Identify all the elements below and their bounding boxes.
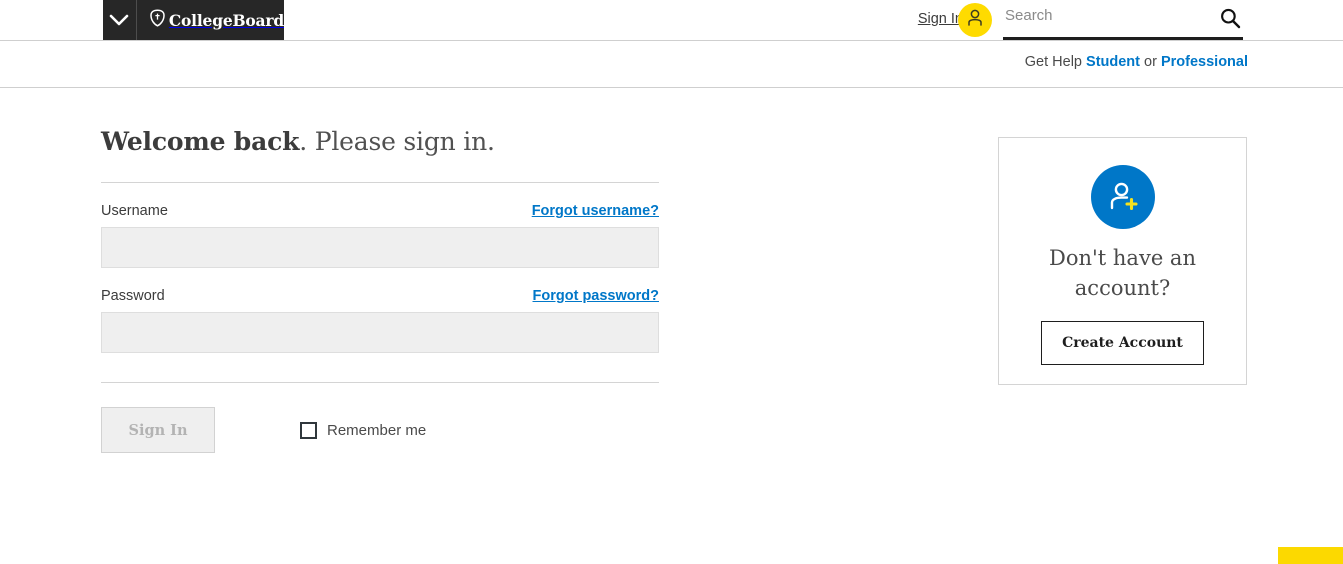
page-title-rest: . Please sign in. — [299, 127, 495, 156]
search-icon — [1219, 7, 1241, 32]
header-signin-link[interactable]: Sign In — [918, 8, 963, 30]
person-icon — [966, 8, 984, 32]
get-help-label: Get Help — [1024, 54, 1082, 70]
password-label: Password — [101, 288, 165, 304]
help-separator: or — [1144, 54, 1157, 70]
divider-top — [101, 182, 659, 183]
username-field-header: Username Forgot username? — [101, 203, 659, 219]
remember-me-label: Remember me — [327, 421, 427, 439]
site-header: CollegeBoard Sign In — [0, 0, 1343, 41]
create-account-title: Don't have an account? — [1049, 246, 1196, 300]
username-input[interactable] — [101, 227, 659, 268]
brand-name: CollegeBoard — [168, 10, 284, 30]
acorn-icon — [150, 8, 165, 32]
remember-me-checkbox[interactable] — [300, 421, 317, 439]
brand-block: CollegeBoard — [103, 0, 284, 40]
chevron-down-icon — [109, 14, 129, 27]
signin-submit-button[interactable]: Sign In — [101, 407, 215, 453]
search-button[interactable] — [1215, 4, 1245, 34]
username-label: Username — [101, 203, 168, 219]
get-help-bar: Get Help Student or Professional — [0, 41, 1343, 88]
menu-toggle-button[interactable] — [103, 0, 137, 40]
search-bar — [1003, 0, 1243, 40]
remember-me-control[interactable]: Remember me — [300, 421, 427, 439]
avatar[interactable] — [958, 3, 992, 37]
collegeboard-logo-link[interactable]: CollegeBoard — [137, 0, 284, 40]
get-help-text: Get Help Student or Professional — [1025, 54, 1248, 70]
add-user-icon — [1090, 165, 1155, 229]
create-account-card: Don't have an account? Create Account — [998, 137, 1247, 385]
help-professional-link[interactable]: Professional — [1161, 54, 1248, 70]
forgot-username-link[interactable]: Forgot username? — [532, 203, 659, 219]
page-title-bold: Welcome back — [101, 127, 300, 156]
search-input[interactable] — [1003, 7, 1203, 30]
forgot-password-link[interactable]: Forgot password? — [533, 288, 659, 304]
signin-page: CollegeBoard Sign In Search Get Help Stu… — [0, 0, 1343, 564]
password-input[interactable] — [101, 312, 659, 353]
feedback-tab[interactable] — [1278, 547, 1343, 564]
signin-form: Welcome back. Please sign in. Username F… — [101, 126, 659, 453]
password-field-group: Password Forgot password? — [101, 288, 659, 353]
page-title: Welcome back. Please sign in. — [101, 126, 659, 158]
username-field-group: Username Forgot username? — [101, 203, 659, 268]
form-actions: Sign In Remember me — [101, 407, 659, 453]
divider-bottom — [101, 382, 659, 383]
create-account-button[interactable]: Create Account — [1041, 321, 1204, 365]
help-student-link[interactable]: Student — [1086, 54, 1140, 70]
password-field-header: Password Forgot password? — [101, 288, 659, 304]
